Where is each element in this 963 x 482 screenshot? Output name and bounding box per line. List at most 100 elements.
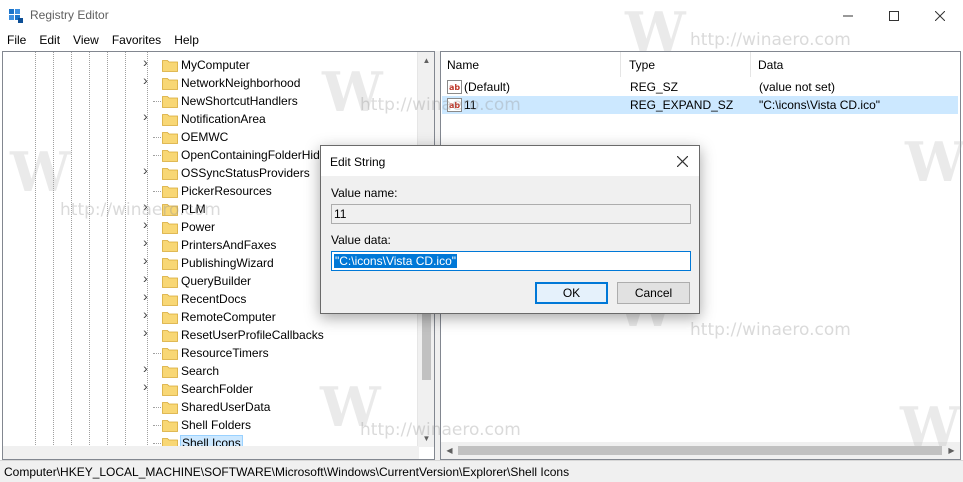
maximize-icon (889, 10, 899, 21)
tree-connector (153, 443, 161, 444)
tree-item-label: RemoteComputer (181, 310, 276, 324)
menu-bar: File Edit View Favorites Help (0, 31, 963, 50)
expand-chevron-icon[interactable]: › (143, 289, 153, 303)
maximize-button[interactable] (871, 0, 917, 31)
expand-chevron-icon[interactable]: › (143, 379, 153, 393)
tree-connector (153, 191, 161, 192)
tree-item[interactable]: Shell Folders (3, 416, 423, 434)
tree-item-label: NotificationArea (181, 112, 266, 126)
menu-favorites[interactable]: Favorites (105, 31, 167, 50)
scroll-right-icon[interactable]: ▶ (943, 442, 960, 459)
tree-item-label: Search (181, 364, 220, 378)
value-data-text: "C:\icons\Vista CD.ico" (334, 254, 458, 268)
tree-item-label: Power (181, 220, 216, 234)
tree-item[interactable]: SharedUserData (3, 398, 423, 416)
expand-chevron-icon[interactable]: › (143, 109, 153, 123)
dialog-close-button[interactable] (665, 146, 699, 176)
menu-help[interactable]: Help (167, 31, 205, 50)
expand-chevron-icon[interactable]: › (143, 235, 153, 249)
value-name-label: Value name: (331, 186, 398, 200)
folder-icon (162, 204, 178, 216)
expand-chevron-icon[interactable]: › (143, 199, 153, 213)
registry-editor-icon (9, 9, 23, 23)
scroll-thumb[interactable] (458, 446, 942, 455)
value-data-field[interactable]: "C:\icons\Vista CD.ico" (331, 251, 691, 271)
list-row-selected[interactable]: ab 11 REG_EXPAND_SZ "C:\icons\Vista CD.i… (442, 96, 958, 114)
close-button[interactable] (917, 0, 963, 31)
column-header-type[interactable]: Type (623, 52, 751, 77)
dialog-title: Edit String (330, 155, 386, 169)
dialog-title-bar: Edit String (321, 146, 699, 176)
tree-connector (153, 425, 161, 426)
svg-text:ab: ab (449, 83, 460, 92)
tree-item-label: PublishingWizard (181, 256, 274, 270)
value-name-text: 11 (334, 207, 347, 221)
tree-item-label: NewShortcutHandlers (181, 94, 298, 108)
column-header-data[interactable]: Data (752, 52, 952, 77)
tree-item[interactable]: OEMWC (3, 128, 423, 146)
cancel-button[interactable]: Cancel (617, 282, 690, 304)
expand-chevron-icon[interactable]: › (143, 271, 153, 285)
folder-icon (162, 384, 178, 396)
folder-icon (162, 96, 178, 108)
folder-icon (162, 222, 178, 234)
folder-icon (162, 294, 178, 306)
value-name: (Default) (464, 80, 511, 94)
tree-connector (153, 137, 161, 138)
folder-icon (162, 60, 178, 72)
tree-connector (153, 407, 161, 408)
scroll-down-icon[interactable]: ▼ (418, 430, 434, 447)
folder-icon (162, 240, 178, 252)
ok-button[interactable]: OK (535, 282, 608, 304)
tree-item-label: SharedUserData (181, 400, 271, 414)
expand-chevron-icon[interactable]: › (143, 361, 153, 375)
string-value-icon: ab (447, 80, 462, 94)
value-name-field[interactable]: 11 (331, 204, 691, 224)
expand-chevron-icon[interactable]: › (143, 163, 153, 177)
expand-chevron-icon[interactable]: › (143, 325, 153, 339)
status-bar: Computer\HKEY_LOCAL_MACHINE\SOFTWARE\Mic… (0, 460, 963, 482)
list-row[interactable]: ab (Default) REG_SZ (value not set) (442, 78, 958, 96)
folder-icon (162, 420, 178, 432)
tree-item[interactable]: › MyComputer (3, 55, 423, 74)
folder-icon (162, 276, 178, 288)
menu-edit[interactable]: Edit (32, 31, 66, 50)
tree-item[interactable]: › NetworkNeighborhood (3, 73, 423, 92)
folder-icon (162, 402, 178, 414)
expand-chevron-icon[interactable]: › (143, 55, 153, 69)
tree-horizontal-scrollbar[interactable] (3, 446, 419, 459)
folder-icon (162, 168, 178, 180)
folder-icon (162, 312, 178, 324)
tree-item[interactable]: › NotificationArea (3, 109, 423, 128)
tree-item-label: OEMWC (181, 130, 229, 144)
value-name: 11 (464, 98, 477, 112)
tree-item[interactable]: NewShortcutHandlers (3, 92, 423, 110)
tree-item-label: NetworkNeighborhood (181, 76, 301, 90)
scroll-left-icon[interactable]: ◀ (441, 442, 458, 459)
minimize-icon (843, 15, 853, 16)
tree-item[interactable]: ResourceTimers (3, 344, 423, 362)
menu-file[interactable]: File (0, 31, 32, 50)
minimize-button[interactable] (825, 0, 871, 31)
tree-item[interactable]: › SearchFolder (3, 379, 423, 398)
close-icon (935, 10, 945, 21)
folder-icon (162, 366, 178, 378)
column-header-name[interactable]: Name (441, 52, 621, 77)
expand-chevron-icon[interactable]: › (143, 253, 153, 267)
folder-icon (162, 132, 178, 144)
folder-icon (162, 114, 178, 126)
menu-view[interactable]: View (66, 31, 105, 50)
expand-chevron-icon[interactable]: › (143, 73, 153, 87)
scroll-up-icon[interactable]: ▲ (418, 52, 434, 69)
folder-icon (162, 186, 178, 198)
tree-connector (153, 353, 161, 354)
expand-chevron-icon[interactable]: › (143, 217, 153, 231)
list-horizontal-scrollbar[interactable]: ◀ ▶ (441, 442, 960, 459)
tree-item[interactable]: › Search (3, 361, 423, 380)
tree-item-label: ResetUserProfileCallbacks (181, 328, 324, 342)
close-icon (676, 155, 688, 168)
tree-item[interactable]: › ResetUserProfileCallbacks (3, 325, 423, 344)
registry-path: Computer\HKEY_LOCAL_MACHINE\SOFTWARE\Mic… (4, 465, 570, 479)
expand-chevron-icon[interactable]: › (143, 307, 153, 321)
value-type: REG_EXPAND_SZ (630, 98, 734, 112)
